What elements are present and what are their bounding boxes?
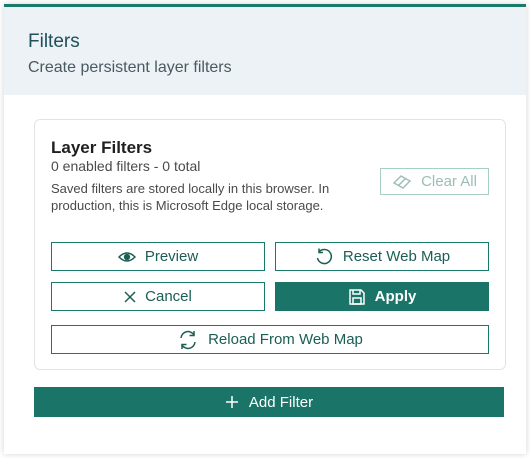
clear-all-button[interactable]: Clear All <box>380 168 489 195</box>
reload-from-web-map-label: Reload From Web Map <box>208 331 363 348</box>
card-title: Layer Filters <box>51 138 153 157</box>
cancel-button[interactable]: Cancel <box>51 282 265 311</box>
eraser-icon <box>392 174 412 190</box>
refresh-ccw-icon <box>314 247 334 267</box>
panel-header: Filters Create persistent layer filters <box>4 7 526 95</box>
filter-count: 0 enabled filters - 0 total <box>51 158 201 174</box>
add-filter-label: Add Filter <box>248 393 314 411</box>
refresh-icon <box>177 330 199 350</box>
panel-subtitle: Create persistent layer filters <box>28 59 232 76</box>
preview-label: Preview <box>144 248 199 265</box>
plus-icon <box>225 395 239 409</box>
storage-note: Saved filters are stored locally in this… <box>51 181 330 213</box>
apply-button[interactable]: Apply <box>275 282 489 311</box>
save-icon <box>348 288 366 306</box>
filters-panel: Filters Create persistent layer filters … <box>4 4 526 454</box>
apply-label: Apply <box>374 288 417 305</box>
close-icon <box>124 290 136 303</box>
panel-title: Filters <box>28 31 80 52</box>
add-filter-button[interactable]: Add Filter <box>34 387 504 417</box>
layer-filters-card: Layer Filters 0 enabled filters - 0 tota… <box>34 119 506 370</box>
reload-from-web-map-button[interactable]: Reload From Web Map <box>51 325 489 354</box>
eye-icon <box>117 251 136 263</box>
clear-all-label: Clear All <box>421 173 477 190</box>
cancel-label: Cancel <box>145 288 192 305</box>
preview-button[interactable]: Preview <box>51 242 265 271</box>
reset-web-map-button[interactable]: Reset Web Map <box>275 242 489 271</box>
reset-web-map-label: Reset Web Map <box>342 248 451 265</box>
